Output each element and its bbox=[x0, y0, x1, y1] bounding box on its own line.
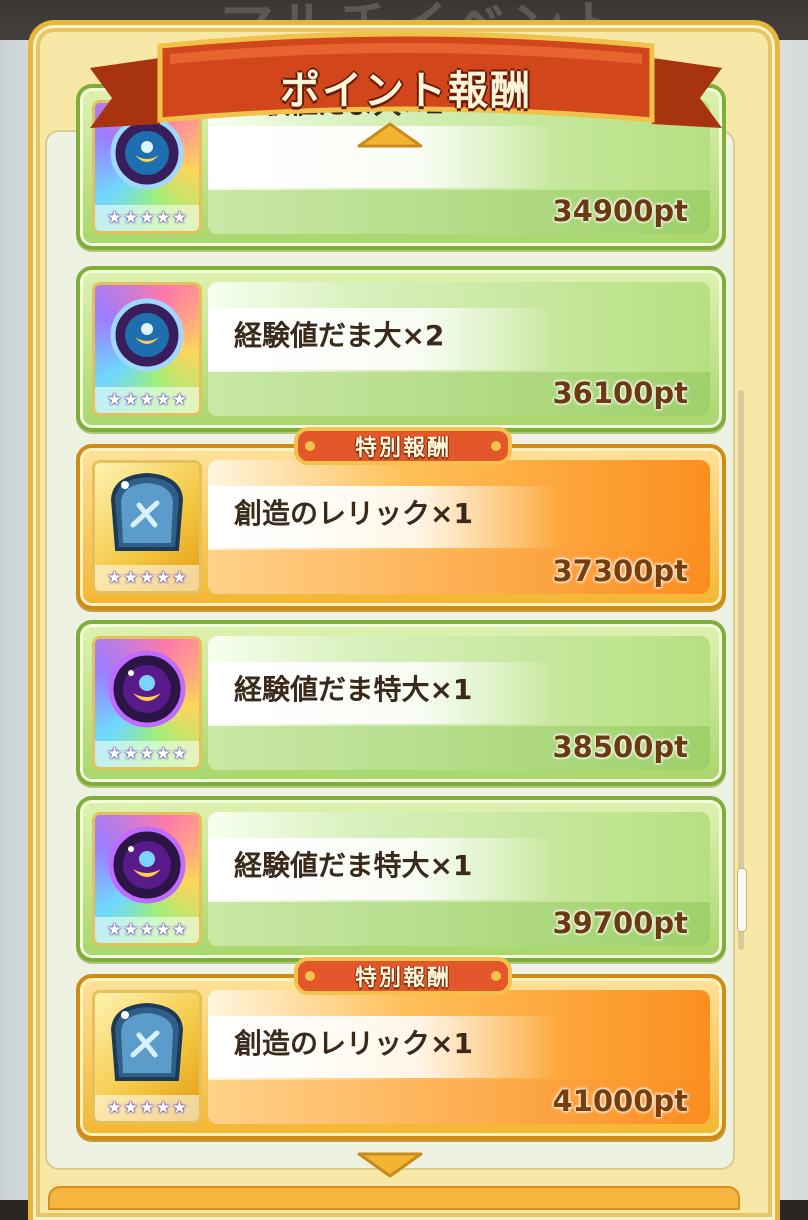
scrollbar-thumb[interactable] bbox=[737, 868, 747, 932]
special-reward-label: 特別報酬 bbox=[354, 436, 451, 461]
reward-row[interactable]: ★ ★ ★ ★ ★ 経験値だま大×2 36100pt bbox=[76, 266, 726, 432]
reward-points: 39700pt bbox=[552, 906, 688, 940]
special-reward-label: 特別報酬 bbox=[354, 966, 451, 991]
reward-name: 経験値だま大×2 bbox=[234, 87, 445, 120]
reward-name: 経験値だま特大×1 bbox=[234, 673, 473, 706]
rarity-stars: ★ ★ ★ ★ ★ bbox=[95, 1095, 199, 1121]
reward-info: 創造のレリック×1 41000pt bbox=[208, 990, 710, 1124]
reward-row-special[interactable]: ★ ★ ★ ★ ★ 創造のレリック×1 37300pt 特別報酬 bbox=[76, 427, 726, 610]
relic-of-creation-icon: ★ ★ ★ ★ ★ bbox=[92, 990, 202, 1124]
reward-row[interactable]: ★ ★ ★ ★ ★ 経験値だま特大×1 39700pt bbox=[76, 796, 726, 962]
reward-points: 34900pt bbox=[552, 194, 688, 228]
rarity-stars: ★ ★ ★ ★ ★ bbox=[95, 741, 199, 767]
reward-points: 36100pt bbox=[552, 376, 688, 410]
next-reward-row-edge bbox=[48, 1186, 740, 1210]
reward-points: 37300pt bbox=[552, 554, 688, 588]
exp-orb-large-icon: ★ ★ ★ ★ ★ bbox=[92, 100, 202, 234]
rarity-stars: ★ ★ ★ ★ ★ bbox=[95, 387, 199, 413]
special-reward-badge: 特別報酬 bbox=[294, 956, 512, 996]
rarity-stars: ★ ★ ★ ★ ★ bbox=[95, 565, 199, 591]
exp-orb-large-icon: ★ ★ ★ ★ ★ bbox=[92, 282, 202, 416]
special-reward-badge: 特別報酬 bbox=[294, 426, 512, 466]
exp-orb-extra-large-icon: ★ ★ ★ ★ ★ bbox=[92, 812, 202, 946]
reward-name: 経験値だま大×2 bbox=[234, 319, 445, 352]
rarity-stars: ★ ★ ★ ★ ★ bbox=[95, 205, 199, 231]
reward-points: 41000pt bbox=[552, 1084, 688, 1118]
reward-info: 経験値だま大×2 36100pt bbox=[208, 282, 710, 416]
relic-of-creation-icon: ★ ★ ★ ★ ★ bbox=[92, 460, 202, 594]
reward-info: 経験値だま大×2 34900pt bbox=[208, 87, 710, 234]
reward-points: 38500pt bbox=[552, 730, 688, 764]
reward-info: 経験値だま特大×1 38500pt bbox=[208, 636, 710, 770]
rarity-stars: ★ ★ ★ ★ ★ bbox=[95, 917, 199, 943]
scroll-down-arrow-icon[interactable] bbox=[355, 1152, 425, 1178]
reward-name: 創造のレリック×1 bbox=[234, 1027, 473, 1060]
reward-info: 創造のレリック×1 37300pt bbox=[208, 460, 710, 594]
exp-orb-extra-large-icon: ★ ★ ★ ★ ★ bbox=[92, 636, 202, 770]
reward-name: 創造のレリック×1 bbox=[234, 497, 473, 530]
reward-row[interactable]: ★ ★ ★ ★ ★ 経験値だま特大×1 38500pt bbox=[76, 620, 726, 786]
reward-info: 経験値だま特大×1 39700pt bbox=[208, 812, 710, 946]
scroll-up-arrow-icon[interactable] bbox=[355, 122, 425, 148]
reward-row-special[interactable]: ★ ★ ★ ★ ★ 創造のレリック×1 41000pt 特別報酬 bbox=[76, 957, 726, 1140]
scrollbar-track[interactable] bbox=[738, 390, 744, 950]
reward-row[interactable]: ★ ★ ★ ★ ★ 経験値だま大×2 34900pt bbox=[76, 84, 726, 250]
reward-name: 経験値だま特大×1 bbox=[234, 849, 473, 882]
